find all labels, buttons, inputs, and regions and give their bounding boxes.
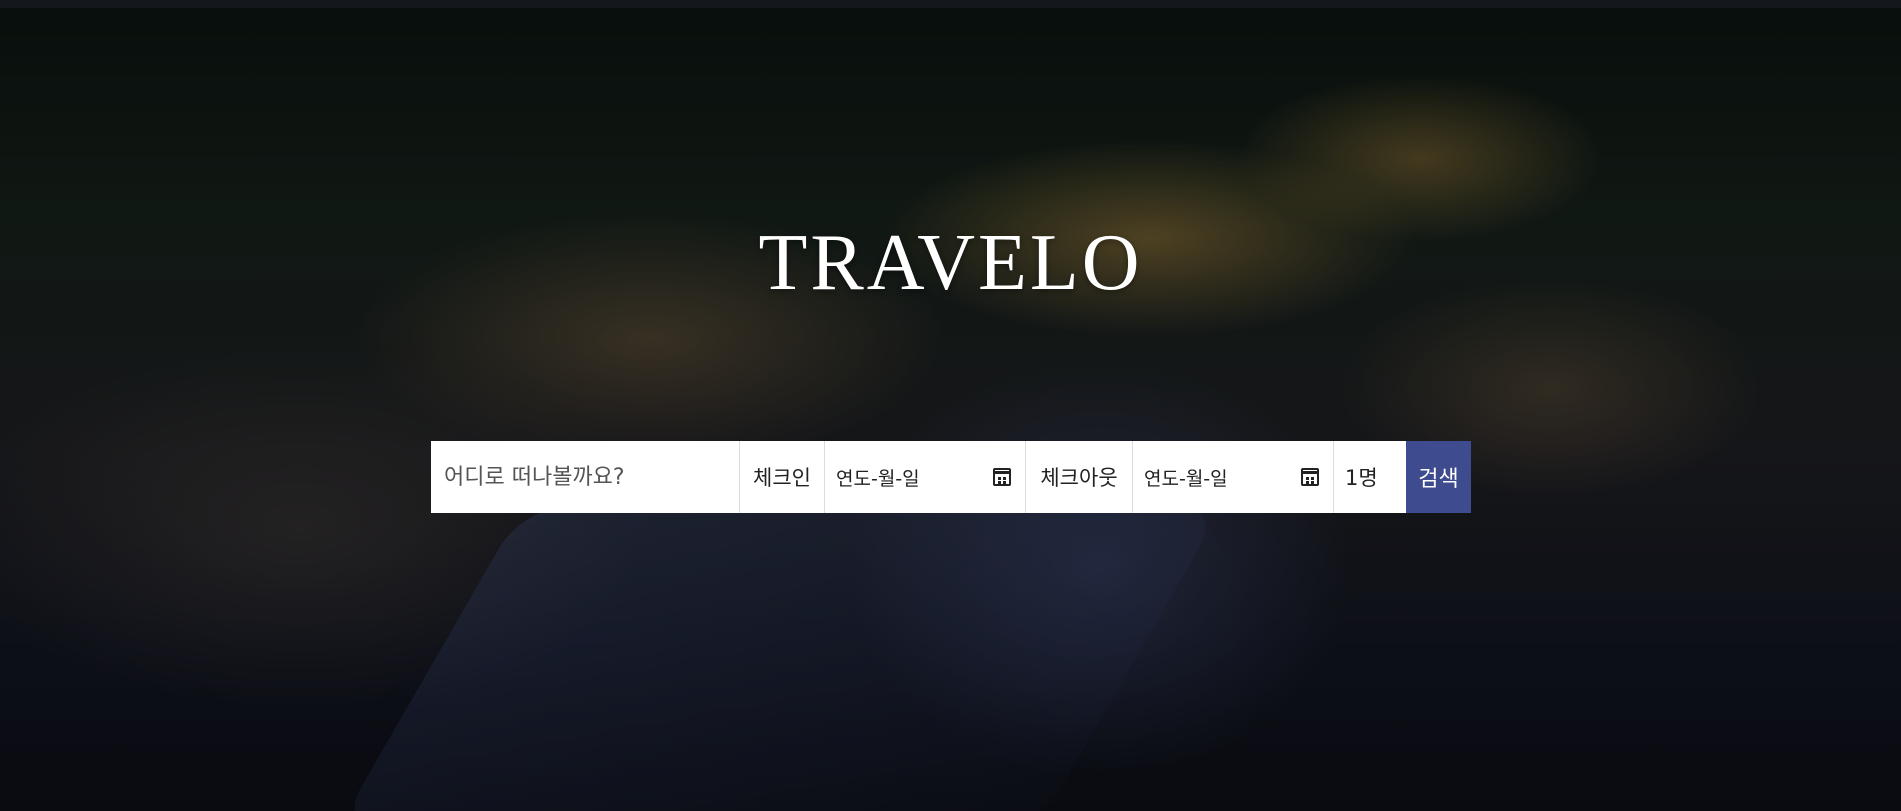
checkout-date-value: 연도-월-일 — [1144, 467, 1228, 490]
checkin-date-input[interactable]: 연도-월-일 — [825, 441, 1026, 513]
destination-input[interactable] — [442, 463, 736, 491]
search-button[interactable]: 검색 — [1406, 441, 1471, 513]
checkin-date-value: 연도-월-일 — [836, 467, 920, 490]
hero-overlay — [0, 8, 1901, 811]
checkout-date-input[interactable]: 연도-월-일 — [1133, 441, 1334, 513]
destination-field[interactable] — [431, 441, 740, 513]
calendar-icon[interactable] — [993, 468, 1011, 486]
site-title: TRAVELO — [758, 219, 1143, 307]
checkin-label: 체크인 — [740, 441, 825, 513]
hero-banner — [0, 8, 1901, 811]
checkout-label: 체크아웃 — [1026, 441, 1133, 513]
search-form: 체크인 연도-월-일 체크아웃 연도-월-일 1명 검색 — [431, 441, 1471, 513]
top-bar — [0, 0, 1901, 8]
guest-count-field[interactable]: 1명 — [1334, 441, 1406, 513]
calendar-icon[interactable] — [1301, 468, 1319, 486]
